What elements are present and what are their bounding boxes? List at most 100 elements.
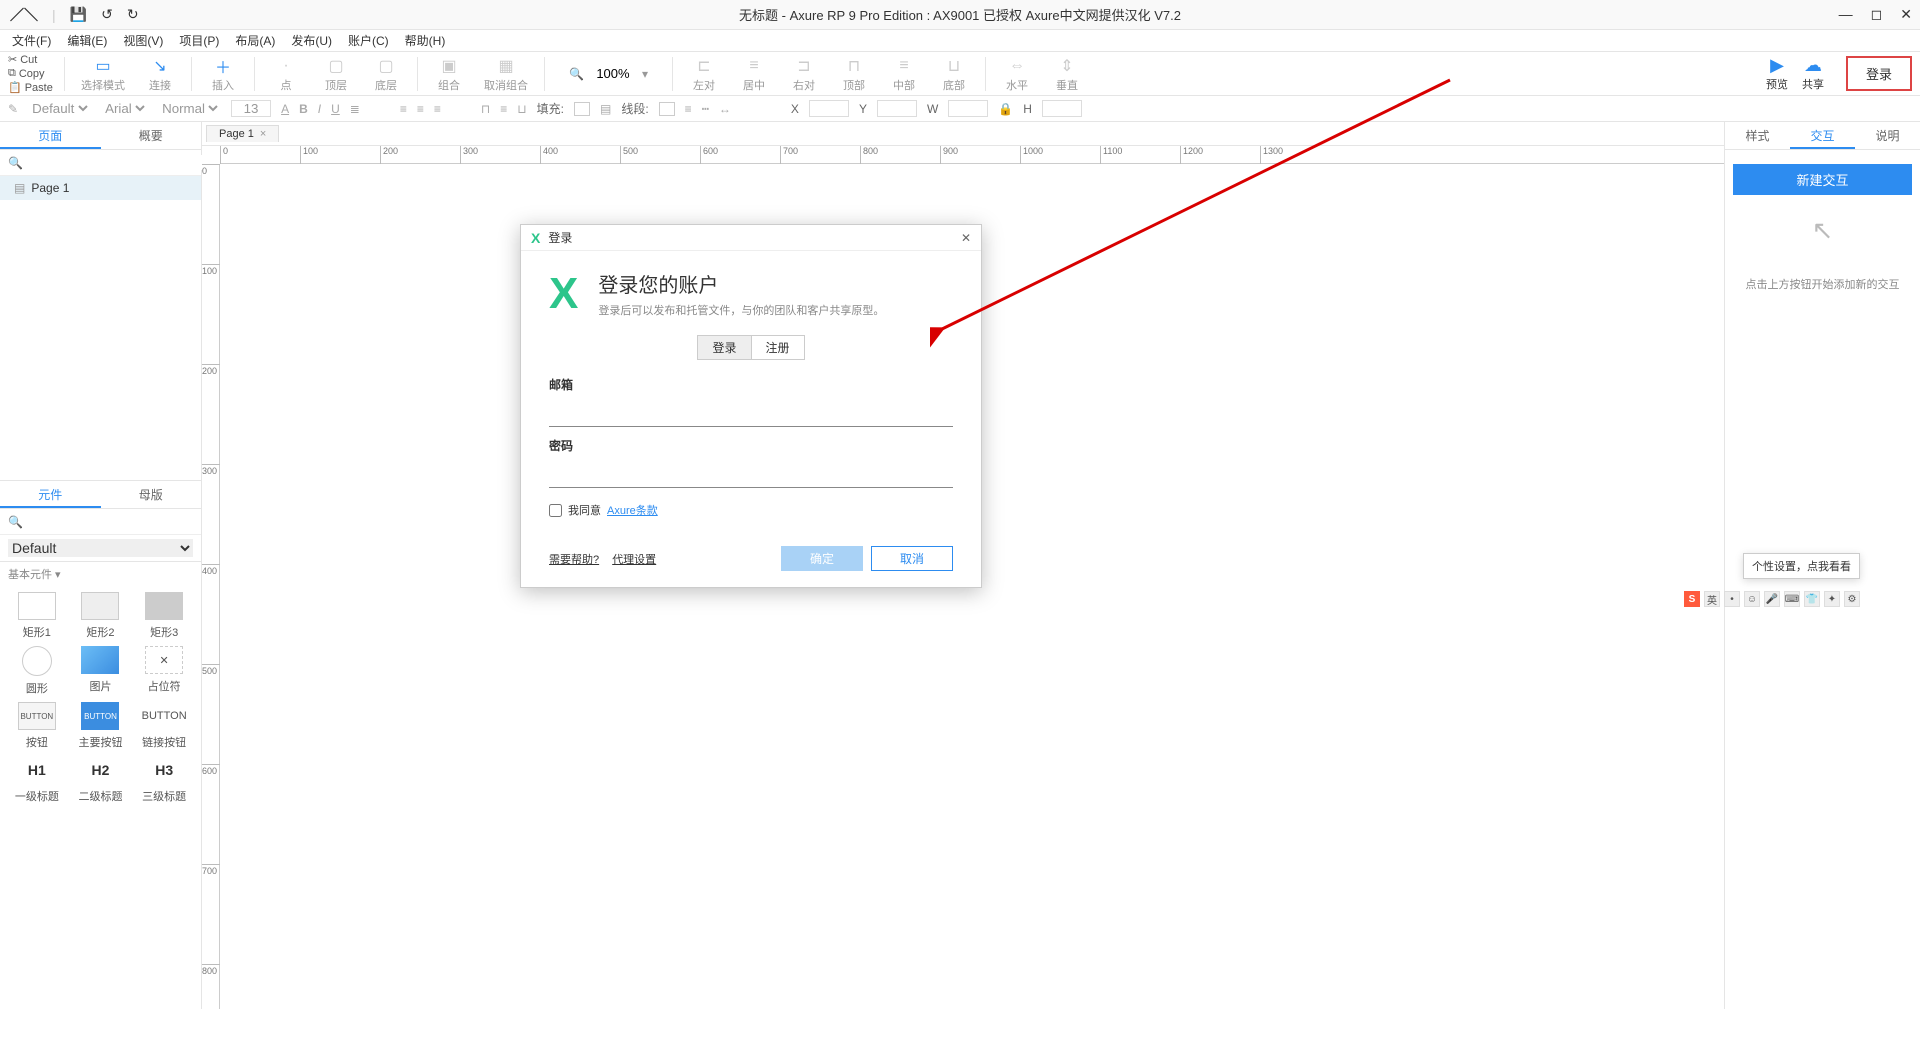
widget-item[interactable]: 图片 <box>72 646 130 696</box>
align-center-text-icon[interactable]: ≡ <box>417 102 424 116</box>
widget-item[interactable]: ✕占位符 <box>135 646 193 696</box>
ime-skin-icon[interactable]: 👕 <box>1804 591 1820 607</box>
widget-item[interactable]: 矩形3 <box>135 592 193 640</box>
select-mode-button[interactable]: ▭选择模式 <box>81 55 125 93</box>
email-field[interactable] <box>549 399 953 427</box>
point-button[interactable]: ·点 <box>271 55 301 93</box>
library-select[interactable]: Default <box>8 539 193 557</box>
valign-mid-icon[interactable]: ≡ <box>500 102 507 116</box>
fill-image-icon[interactable]: ▤ <box>600 102 611 116</box>
connect-button[interactable]: ↘连接 <box>145 55 175 93</box>
bullets-icon[interactable]: ≣ <box>350 102 360 116</box>
align-left-button[interactable]: ⊏左对 <box>689 55 719 93</box>
ime-set-icon[interactable]: ⚙ <box>1844 591 1860 607</box>
tab-interactions[interactable]: 交互 <box>1790 122 1855 149</box>
arrow-icon[interactable]: ↔ <box>719 102 731 116</box>
widget-item[interactable]: BUTTON链接按钮 <box>135 702 193 750</box>
menu-file[interactable]: 文件(F) <box>6 30 57 51</box>
preview-button[interactable]: ▶预览 <box>1766 55 1788 92</box>
login-button[interactable]: 登录 <box>1846 56 1912 91</box>
dist-h-button[interactable]: ⇔水平 <box>1002 55 1032 93</box>
ime-kbd-icon[interactable]: ⌨ <box>1784 591 1800 607</box>
menu-view[interactable]: 视图(V) <box>117 30 169 51</box>
insert-button[interactable]: ＋插入 <box>208 55 238 93</box>
weight-select[interactable]: Normal <box>158 100 221 117</box>
canvas[interactable]: X登录 ✕ X 登录您的账户 登录后可以发布和托管文件，与你的团队和客户共享原型… <box>220 164 1724 1009</box>
align-right-button[interactable]: ⊐右对 <box>789 55 819 93</box>
lock-aspect-icon[interactable]: 🔒 <box>998 102 1013 116</box>
valign-top-icon[interactable]: ⊓ <box>481 102 490 116</box>
dialog-tab-register[interactable]: 注册 <box>751 335 805 360</box>
ime-tooltip[interactable]: 个性设置，点我看看 <box>1743 553 1860 579</box>
ok-button[interactable]: 确定 <box>781 546 863 571</box>
tab-widgets[interactable]: 元件 <box>0 481 101 508</box>
widget-item[interactable]: 矩形2 <box>72 592 130 640</box>
top-layer-button[interactable]: ▢顶层 <box>321 55 351 93</box>
widget-item[interactable]: H1一级标题 <box>8 756 66 804</box>
ime-emoji-icon[interactable]: ☺ <box>1744 591 1760 607</box>
bold-icon[interactable]: B <box>299 102 308 116</box>
align-middle-button[interactable]: ≡中部 <box>889 55 919 93</box>
tab-notes[interactable]: 说明 <box>1855 122 1920 149</box>
x-input[interactable] <box>809 100 849 117</box>
new-interaction-button[interactable]: 新建交互 <box>1733 164 1912 195</box>
save-icon[interactable]: 💾 <box>70 6 87 23</box>
ime-tool-icon[interactable]: ✦ <box>1824 591 1840 607</box>
italic-icon[interactable]: I <box>318 102 321 116</box>
line-style-icon[interactable]: ┅ <box>702 102 709 116</box>
widget-category[interactable]: 基本元件 ▾ <box>0 562 201 586</box>
search-icon[interactable]: 🔍 <box>8 156 23 170</box>
y-input[interactable] <box>877 100 917 117</box>
widget-item[interactable]: 矩形1 <box>8 592 66 640</box>
line-width-icon[interactable]: ≡ <box>685 102 692 116</box>
agree-checkbox[interactable] <box>549 504 562 517</box>
menu-help[interactable]: 帮助(H) <box>399 30 452 51</box>
paste-button[interactable]: 📋 Paste <box>8 81 58 94</box>
close-window-icon[interactable]: ✕ <box>1900 6 1912 23</box>
cancel-button[interactable]: 取消 <box>871 546 953 571</box>
page-search-input[interactable] <box>29 155 206 170</box>
proxy-link[interactable]: 代理设置 <box>612 554 656 566</box>
align-top-button[interactable]: ⊓顶部 <box>839 55 869 93</box>
menu-account[interactable]: 账户(C) <box>342 30 395 51</box>
tab-style[interactable]: 样式 <box>1725 122 1790 149</box>
h-input[interactable] <box>1042 100 1082 117</box>
share-button[interactable]: ☁共享 <box>1802 55 1824 92</box>
tab-outline[interactable]: 概要 <box>101 122 202 149</box>
zoom-control[interactable]: 🔍 ▾ <box>569 66 648 81</box>
password-field[interactable] <box>549 460 953 488</box>
font-select[interactable]: Arial <box>101 100 148 117</box>
minimize-icon[interactable]: — <box>1839 6 1853 23</box>
text-color-icon[interactable]: A <box>281 102 289 116</box>
page-item[interactable]: ▤ Page 1 <box>0 176 201 200</box>
dialog-tab-login[interactable]: 登录 <box>697 335 750 360</box>
copy-button[interactable]: ⧉ Copy <box>8 67 58 80</box>
chevron-down-icon[interactable]: ▾ <box>642 67 648 81</box>
valign-bot-icon[interactable]: ⊔ <box>517 102 526 116</box>
widget-item[interactable]: 圆形 <box>8 646 66 696</box>
maximize-icon[interactable]: ◻ <box>1871 6 1883 23</box>
widget-item[interactable]: H3三级标题 <box>135 756 193 804</box>
line-color-swatch[interactable] <box>659 102 675 116</box>
cut-button[interactable]: ✂ Cut <box>8 53 58 66</box>
ime-toolbar[interactable]: S 英 • ☺ 🎤 ⌨ 👕 ✦ ⚙ <box>1684 591 1860 607</box>
ime-opt-icon[interactable]: • <box>1724 591 1740 607</box>
align-left-text-icon[interactable]: ≡ <box>400 102 407 116</box>
menu-edit[interactable]: 编辑(E) <box>61 30 113 51</box>
group-button[interactable]: ▣组合 <box>434 55 464 93</box>
widget-search-input[interactable] <box>29 514 201 529</box>
canvas-tab[interactable]: Page 1 × <box>206 125 279 142</box>
sogou-icon[interactable]: S <box>1684 591 1700 607</box>
redo-icon[interactable]: ↻ <box>127 6 139 23</box>
tab-masters[interactable]: 母版 <box>101 481 202 508</box>
fill-color-swatch[interactable] <box>574 102 590 116</box>
align-right-text-icon[interactable]: ≡ <box>434 102 441 116</box>
w-input[interactable] <box>948 100 988 117</box>
menu-arrange[interactable]: 布局(A) <box>229 30 281 51</box>
search-icon[interactable]: 🔍 <box>8 515 23 529</box>
align-center-button[interactable]: ≡居中 <box>739 55 769 93</box>
widget-item[interactable]: BUTTON主要按钮 <box>72 702 130 750</box>
dist-v-button[interactable]: ⇕垂直 <box>1052 55 1082 93</box>
ime-lang-icon[interactable]: 英 <box>1704 591 1720 607</box>
bottom-layer-button[interactable]: ▢底层 <box>371 55 401 93</box>
